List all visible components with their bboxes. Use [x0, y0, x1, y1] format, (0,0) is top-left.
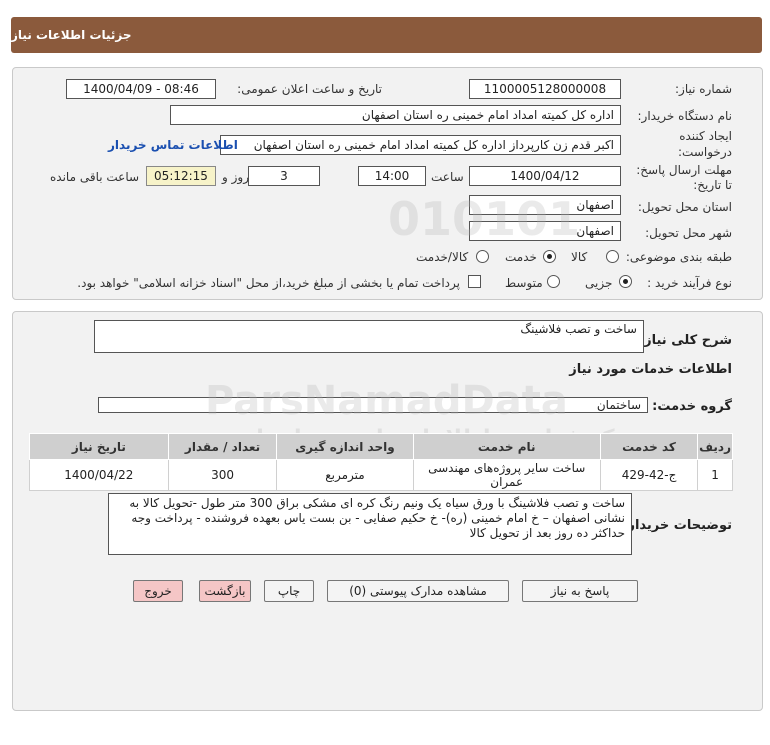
- col-service-name: نام خدمت: [412, 433, 601, 460]
- buyer-contact-link[interactable]: اطلاعات تماس خریدار: [108, 138, 238, 152]
- col-unit: واحد اندازه گیری: [276, 433, 414, 460]
- table-row: 1 ج-42-429 ساخت سایر پروژه‌های مهندسی عم…: [29, 459, 733, 491]
- purchase-type-label: نوع فرآیند خرید :: [647, 276, 732, 290]
- col-service-code: کد خدمت: [599, 433, 699, 460]
- category-option-goods-service: کالا/خدمت: [416, 250, 469, 264]
- time-label: ساعت: [431, 170, 464, 184]
- table-header-row: ردیف کد خدمت نام خدمت واحد اندازه گیری ت…: [29, 433, 733, 460]
- treasury-note: پرداخت تمام یا بخشی از مبلغ خرید،از محل …: [77, 276, 460, 290]
- col-quantity: تعداد / مقدار: [167, 433, 278, 460]
- cell-service-name: ساخت سایر پروژه‌های مهندسی عمران: [412, 459, 601, 491]
- buyer-org-field: اداره کل کمیته امداد امام خمینی ره استان…: [170, 105, 621, 125]
- exit-button[interactable]: خروج: [133, 580, 183, 602]
- category-label: طبقه بندی موضوعی:: [625, 250, 732, 264]
- deadline-label-2: تا تاریخ:: [693, 178, 732, 192]
- services-info-title: اطلاعات خدمات مورد نیاز: [569, 362, 732, 377]
- page-header: جزئیات اطلاعات نیاز: [11, 17, 762, 53]
- col-row: ردیف: [697, 433, 733, 460]
- service-group-field: ساختمان: [98, 397, 648, 413]
- creator-label-2: درخواست:: [678, 145, 732, 159]
- creator-field: اکبر قدم زن کارپرداز اداره کل کمیته امدا…: [220, 135, 621, 155]
- category-radio-goods[interactable]: [606, 250, 619, 263]
- purchase-option-medium: متوسط: [505, 276, 543, 290]
- cell-row: 1: [697, 459, 733, 491]
- general-desc-label: شرح کلی نیاز:: [638, 333, 732, 348]
- general-desc-field: ساخت و تصب فلاشینگ: [94, 320, 644, 353]
- print-button[interactable]: چاپ: [264, 580, 314, 602]
- category-radio-service[interactable]: [543, 250, 556, 263]
- province-label: استان محل تحویل:: [637, 200, 732, 214]
- buyer-notes-field: ساخت و تصب فلاشینگ با ورق سیاه یک ونیم ر…: [108, 493, 632, 555]
- services-table: ردیف کد خدمت نام خدمت واحد اندازه گیری ت…: [29, 433, 733, 491]
- need-number-label: شماره نیاز:: [675, 82, 732, 96]
- purchase-radio-minor[interactable]: [619, 275, 632, 288]
- buyer-org-label: نام دستگاه خریدار:: [637, 109, 733, 123]
- back-button[interactable]: بازگشت: [199, 580, 251, 602]
- reply-button[interactable]: پاسخ به نیاز: [522, 580, 638, 602]
- deadline-time-field: 14:00: [358, 166, 426, 186]
- days-label: روز و: [222, 170, 249, 184]
- creator-label-1: ایجاد کننده: [679, 129, 732, 143]
- buyer-notes-label: توضیحات خریدار:: [622, 518, 732, 533]
- category-radio-goods-service[interactable]: [476, 250, 489, 263]
- cell-quantity: 300: [167, 459, 278, 491]
- city-field: اصفهان: [469, 221, 621, 241]
- col-need-date: تاریخ نیاز: [29, 433, 169, 460]
- cell-service-code: ج-42-429: [599, 459, 699, 491]
- category-option-service: خدمت: [505, 250, 537, 264]
- announce-label: تاریخ و ساعت اعلان عمومی:: [237, 82, 382, 96]
- service-group-label: گروه خدمت:: [652, 399, 732, 414]
- city-label: شهر محل تحویل:: [645, 226, 732, 240]
- cell-unit: مترمربع: [276, 459, 414, 491]
- days-field: 3: [248, 166, 320, 186]
- cell-need-date: 1400/04/22: [29, 459, 169, 491]
- page-title: جزئیات اطلاعات نیاز: [11, 28, 132, 42]
- deadline-label-1: مهلت ارسال پاسخ:: [636, 163, 732, 177]
- purchase-radio-medium[interactable]: [547, 275, 560, 288]
- need-number-field: 1100005128000008: [469, 79, 621, 99]
- category-option-goods: کالا: [571, 250, 588, 264]
- deadline-date-field: 1400/04/12: [469, 166, 621, 186]
- remaining-label: ساعت باقی مانده: [50, 170, 140, 184]
- view-docs-button[interactable]: مشاهده مدارک پیوستی (0): [327, 580, 509, 602]
- purchase-option-minor: جزیی: [585, 276, 613, 290]
- treasury-checkbox[interactable]: [468, 275, 481, 288]
- remaining-timer: 05:12:15: [146, 166, 216, 186]
- announce-field: 1400/04/09 - 08:46: [66, 79, 216, 99]
- province-field: اصفهان: [469, 195, 621, 215]
- general-desc-text: ساخت و تصب فلاشینگ: [520, 322, 637, 336]
